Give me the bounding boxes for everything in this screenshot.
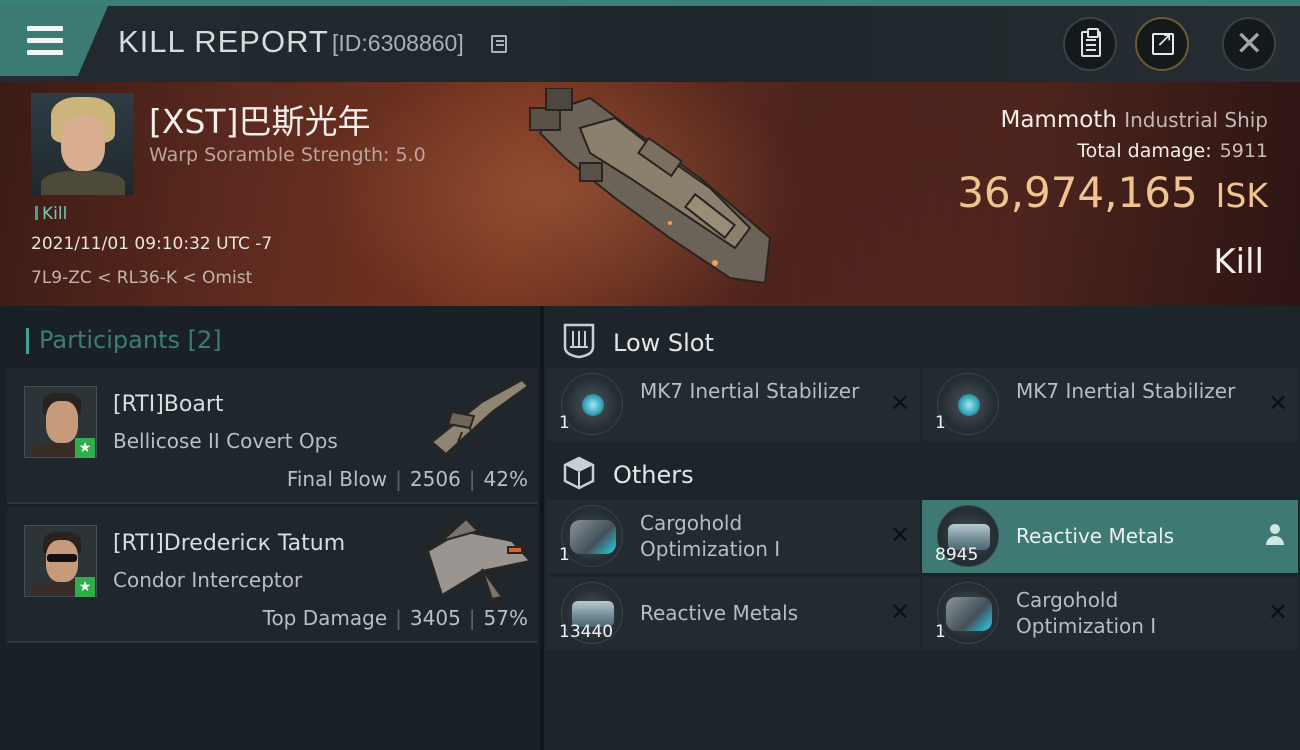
warp-scramble-strength: Warp Soramble Strength: 5.0 (149, 144, 426, 166)
cargohold-optimization-icon (937, 582, 999, 644)
low-slot-label: Low Slot (613, 329, 714, 357)
destroyed-x-icon: ✕ (889, 389, 910, 417)
hamburger-icon (27, 26, 63, 56)
item-other[interactable]: 1 Cargohold Optimization I ✕ (546, 500, 920, 573)
share-icon (1152, 27, 1174, 55)
participants-count: [2] (187, 326, 222, 354)
item-quantity: 1 (559, 413, 570, 433)
item-name: Cargohold Optimization I (640, 511, 781, 561)
participant-ship: Bellicose II Covert Ops (113, 429, 338, 453)
participant-damage: 2506 (409, 467, 461, 491)
item-low-slot[interactable]: 1 MK7 Inertial Stabilizer ✕ (922, 368, 1298, 441)
victim-ship-image[interactable] (520, 88, 790, 298)
victim-name[interactable]: [XST]巴斯光年 (149, 95, 370, 143)
kill-timestamp: 2021/11/01 09:10:32 UTC -7 (31, 234, 273, 254)
participant-role: Final Blow (286, 467, 388, 491)
victim-banner: [XST]巴斯光年 Warp Soramble Strength: 5.0 Ki… (0, 82, 1300, 306)
report-id: [ID:6308860] (332, 30, 464, 56)
inertial-stabilizer-icon (937, 373, 999, 435)
copy-icon[interactable] (491, 35, 507, 53)
item-name: Cargohold Optimization I (1016, 588, 1157, 638)
person-icon (1266, 524, 1284, 546)
cube-icon (563, 456, 595, 490)
victim-ship[interactable]: Mammoth Industrial Ship (1000, 107, 1268, 133)
total-damage-value: 5911 (1219, 140, 1268, 162)
participant-name[interactable]: [RTI]Boart (113, 392, 223, 417)
star-icon: ★ (75, 438, 95, 458)
participant-damage: 3405 (409, 606, 461, 630)
participants-panel: Participants [2] ★ [RTI]Boart Bellicose … (0, 306, 540, 750)
item-name: MK7 Inertial Stabilizer (640, 379, 860, 403)
item-low-slot[interactable]: 1 MK7 Inertial Stabilizer ✕ (546, 368, 920, 441)
close-icon: ✕ (1235, 24, 1264, 64)
item-quantity: 1 (559, 545, 570, 565)
isk-value: 36,974,165 (957, 168, 1198, 217)
others-label: Others (613, 461, 694, 489)
destroyed-x-icon: ✕ (1267, 598, 1288, 626)
participant-percent: 42% (483, 467, 528, 491)
item-quantity: 1 (935, 413, 946, 433)
item-name: MK7 Inertial Stabilizer (1016, 379, 1236, 403)
participant-percent: 57% (483, 606, 528, 630)
victim-portrait[interactable] (31, 93, 134, 195)
close-button[interactable]: ✕ (1222, 17, 1276, 71)
menu-button[interactable] (0, 6, 108, 76)
result-label: Kill (1213, 242, 1264, 282)
item-quantity: 8945 (935, 545, 979, 565)
shield-icon (563, 323, 595, 359)
share-button[interactable] (1135, 17, 1189, 71)
kill-tag: Kill (35, 204, 67, 224)
participant-ship-image[interactable] (422, 372, 534, 464)
isk-total: 36,974,165 ISK (957, 168, 1268, 217)
participant-role: Top Damage (262, 606, 388, 630)
destroyed-x-icon: ✕ (889, 521, 910, 549)
item-other[interactable]: 13440 Reactive Metals ✕ (546, 577, 920, 650)
title-bar: KILL REPORT [ID:6308860] ✕ (0, 0, 1300, 82)
participant-name[interactable]: [RTI]Dredericк Tatum (113, 531, 345, 556)
items-panel: Low Slot 1 MK7 Inertial Stabilizer ✕ 1 M… (544, 306, 1300, 750)
low-slot-header: Low Slot (544, 312, 1300, 372)
inertial-stabilizer-icon (561, 373, 623, 435)
cargohold-optimization-icon (561, 505, 623, 567)
participant-row[interactable]: ★ [RTI]Boart Bellicose II Covert Ops Fin… (7, 368, 538, 504)
participant-ship: Condor Interceptor (113, 568, 303, 592)
others-header: Others (544, 444, 1300, 504)
item-quantity: 13440 (559, 622, 614, 642)
kill-location[interactable]: 7L9-ZC < RL36-K < Omist (31, 268, 252, 288)
participant-ship-image[interactable] (422, 511, 534, 603)
item-other[interactable]: 1 Cargohold Optimization I ✕ (922, 577, 1298, 650)
destroyed-x-icon: ✕ (1267, 389, 1288, 417)
ship-class: Industrial Ship (1124, 108, 1268, 132)
ship-name: Mammoth (1000, 107, 1117, 133)
item-quantity: 1 (935, 622, 946, 642)
item-name: Reactive Metals (1016, 524, 1175, 548)
item-other-selected[interactable]: 8945 Reactive Metals (922, 500, 1298, 573)
participant-row[interactable]: ★ [RTI]Dredericк Tatum Condor Intercepto… (7, 507, 538, 643)
participant-stats: Final Blow | 2506 | 42% (286, 467, 528, 491)
destroyed-x-icon: ✕ (889, 598, 910, 626)
page-title: KILL REPORT (118, 24, 329, 59)
star-icon: ★ (75, 577, 95, 597)
participants-title: Participants [2] (26, 326, 222, 354)
isk-unit: ISK (1215, 176, 1268, 215)
total-damage: Total damage: 5911 (1077, 140, 1268, 162)
total-damage-label: Total damage: (1077, 140, 1212, 162)
participant-stats: Top Damage | 3405 | 57% (262, 606, 528, 630)
clipboard-icon (1081, 28, 1101, 57)
clipboard-button[interactable] (1063, 17, 1117, 71)
item-name: Reactive Metals (640, 601, 799, 625)
